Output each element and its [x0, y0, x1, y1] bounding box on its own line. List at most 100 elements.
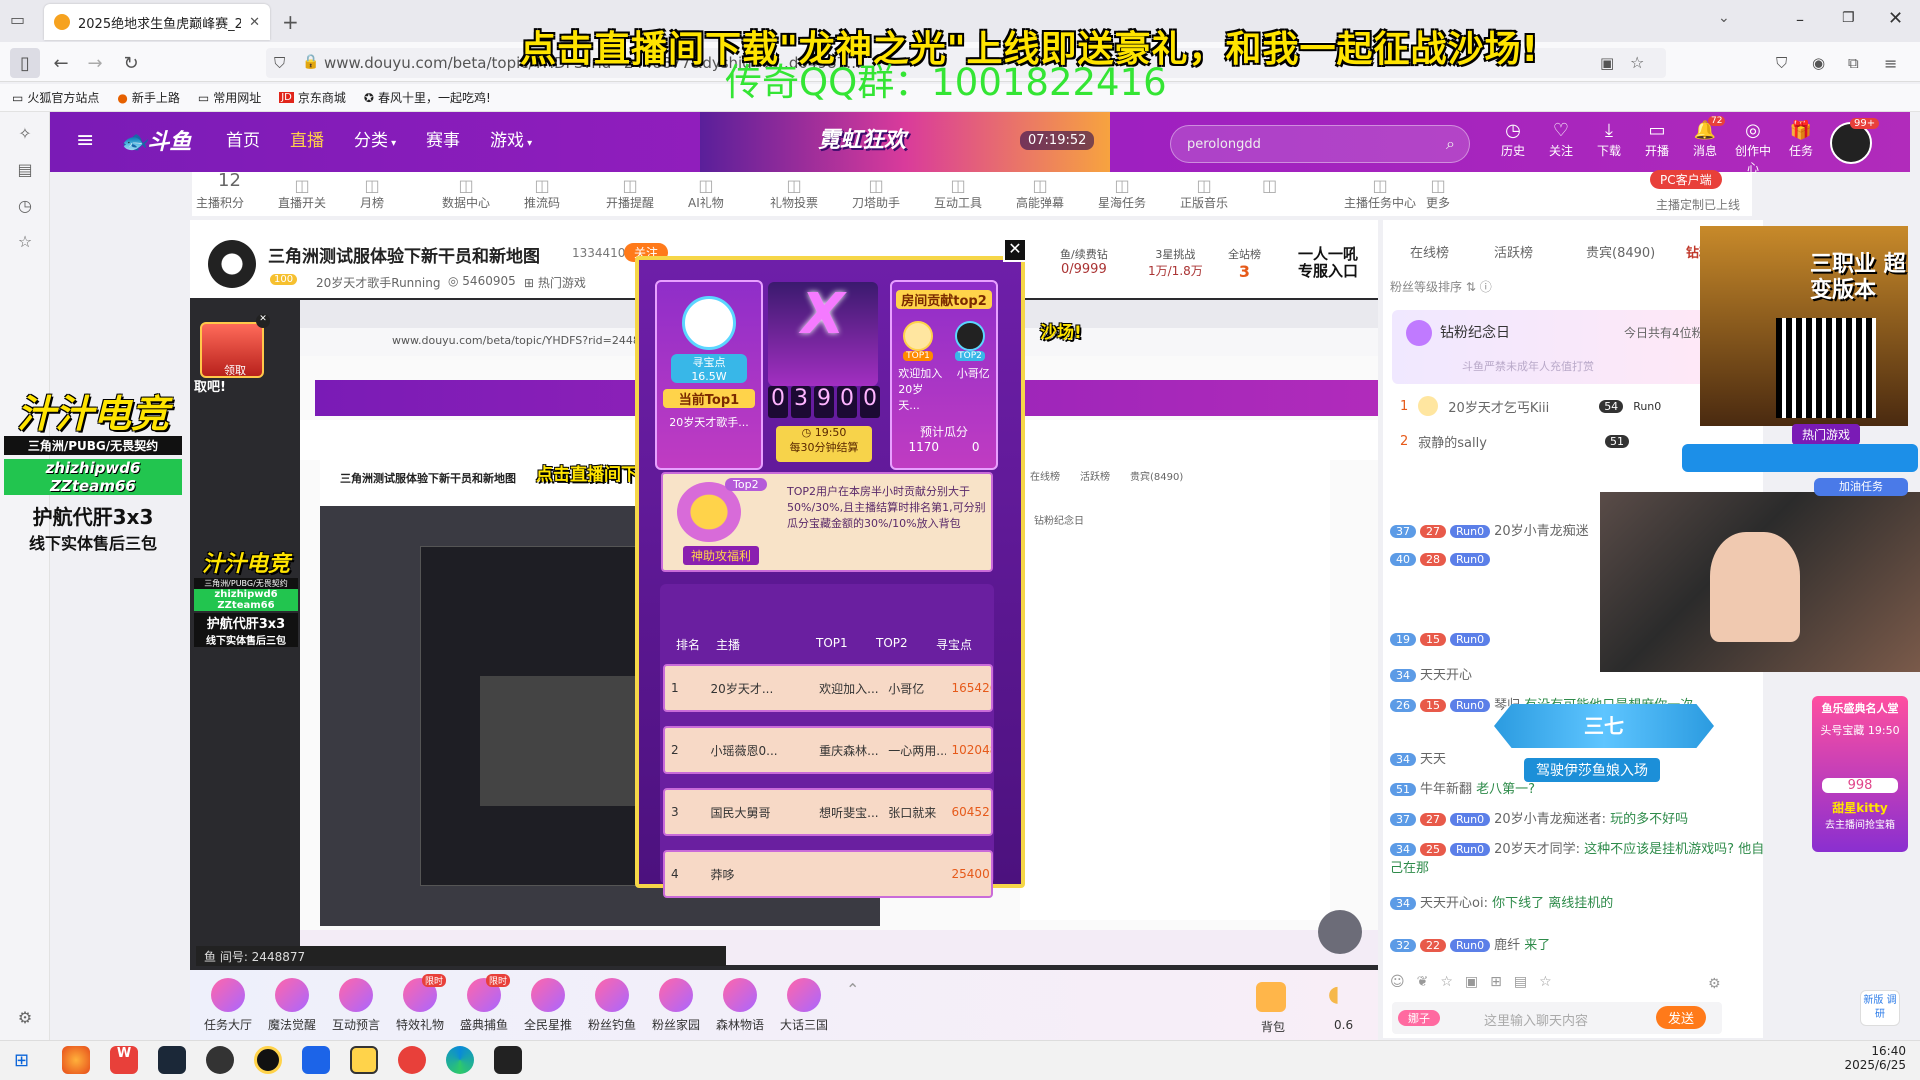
fan-badge-icon[interactable]: ❦ — [1417, 974, 1429, 990]
search-input[interactable]: perolongdd ⌕ — [1170, 125, 1470, 163]
nav-events[interactable]: 赛事 — [426, 126, 460, 151]
tool-15[interactable]: ◫ 更多 — [1426, 176, 1450, 211]
tool-6[interactable]: ◫ AI礼物 — [688, 176, 724, 211]
header-tasks-button[interactable]: 🎁 任务 — [1780, 120, 1822, 159]
gift-item[interactable]: 魔法觉醒 — [262, 978, 322, 1033]
gift-item[interactable]: 大话三国 — [774, 978, 834, 1033]
header-broadcast-button[interactable]: ▭ 开播 — [1636, 120, 1678, 159]
menu-icon[interactable]: ≡ — [1884, 54, 1897, 73]
close-window-icon[interactable]: ✕ — [1888, 8, 1903, 29]
tab-online[interactable]: 在线榜 — [1410, 242, 1449, 261]
tool-1[interactable]: ◫ 直播开关 — [278, 176, 326, 211]
gift-icon[interactable]: ▤ — [1514, 974, 1527, 990]
history-icon[interactable]: ◷ — [14, 196, 36, 218]
tool-8[interactable]: ◫ 刀塔助手 — [852, 176, 900, 211]
rank-row[interactable]: 4 莽哆 25400 — [663, 850, 993, 898]
chat-message[interactable]: 34 天天开心oi: 你下线了 离线挂机的 — [1390, 892, 1613, 911]
stat-charge[interactable]: 鱼/续费钻 0/9999 — [1060, 246, 1108, 277]
gift-item[interactable]: 特效礼物 限时 — [390, 974, 450, 1033]
bookmark-star-icon[interactable]: ☆ — [1630, 53, 1644, 72]
game-controller-icon[interactable] — [1318, 910, 1362, 954]
header-download-button[interactable]: ⤓ 下载 — [1588, 120, 1630, 159]
sort-label[interactable]: 粉丝等级排序 ⇅ ⓘ — [1390, 278, 1492, 295]
rank-item-2[interactable]: 2 寂静的sally 51 — [1400, 432, 1629, 451]
douyu-logo[interactable]: 🐟斗鱼 — [120, 124, 196, 158]
back-icon[interactable]: ← — [46, 48, 76, 78]
hot-games-button[interactable]: 热门游戏 — [1792, 424, 1861, 445]
gift-item[interactable]: 粉丝家园 — [646, 978, 706, 1033]
wps-taskbar-icon[interactable]: W — [110, 1046, 138, 1074]
slogan-banner[interactable]: 一人一吼 专服入口 — [1290, 246, 1366, 280]
tool-0[interactable]: 主播积分 — [196, 176, 244, 211]
header-history-button[interactable]: ◷ 历史 — [1492, 120, 1534, 159]
backpack-icon[interactable] — [1256, 982, 1286, 1012]
app-taskbar-icon-4[interactable] — [494, 1046, 522, 1074]
tab-vip[interactable]: 贵宾(8490) — [1586, 242, 1655, 261]
gift-item[interactable]: 任务大厅 — [198, 978, 258, 1033]
rank-row[interactable]: 3 国民大舅哥 想听斐宝... 张口就来 60452 — [663, 788, 993, 836]
settings-icon[interactable]: ⚙ — [1708, 976, 1721, 992]
bookmark-chicken[interactable]: ✪ 春风十里，一起吃鸡! — [364, 89, 491, 106]
tool-4[interactable]: ◫ 推流码 — [524, 176, 560, 211]
forward-icon[interactable]: → — [80, 48, 110, 78]
streamer-avatar[interactable] — [208, 240, 256, 288]
image-icon[interactable]: ▣ — [1465, 974, 1478, 990]
tab-active[interactable]: 活跃榜 — [1494, 242, 1533, 261]
minimize-icon[interactable]: – — [1796, 10, 1804, 29]
tool-7[interactable]: ◫ 礼物投票 — [770, 176, 818, 211]
bookmark-jd[interactable]: JD 京东商城 — [279, 89, 346, 106]
account-icon[interactable]: ◉ — [1812, 54, 1825, 72]
nav-games[interactable]: 游戏 ▾ — [490, 126, 532, 151]
streamer-name[interactable]: 20岁天才歌手Running — [316, 274, 440, 291]
nav-category[interactable]: 分类 ▾ — [354, 126, 396, 151]
gift-item[interactable]: 森林物语 — [710, 978, 770, 1033]
lock-icon[interactable]: 🔒 — [302, 54, 319, 70]
sidebar-toggle-icon[interactable]: ▯ — [10, 48, 40, 78]
search-icon[interactable]: ⌕ — [1446, 134, 1455, 154]
task-button[interactable]: 加油任务 — [1814, 478, 1908, 496]
app-taskbar-icon-2[interactable] — [302, 1046, 330, 1074]
blue-banner[interactable] — [1682, 444, 1918, 472]
app-taskbar-icon-1[interactable] — [254, 1046, 282, 1074]
chat-message[interactable]: 34 天天 — [1390, 748, 1446, 767]
nav-live[interactable]: 直播 — [290, 126, 324, 151]
tab-list-icon[interactable]: ▭ — [10, 10, 32, 32]
diamond-anniversary-card[interactable]: 钻粉纪念日 今日共有4位粉 斗鱼严禁未成年人充值打赏 — [1392, 310, 1722, 384]
tab-overflow-icon[interactable]: ⌄ — [1718, 10, 1730, 26]
chat-message[interactable]: 37 27 Run0 20岁小青龙痴迷 — [1390, 520, 1589, 539]
bookmark-firefox[interactable]: ▭ 火狐官方站点 — [12, 89, 99, 106]
edge-taskbar-icon[interactable] — [446, 1046, 474, 1074]
send-button[interactable]: 发送 — [1656, 1006, 1707, 1029]
close-popup-icon[interactable]: ✕ — [1003, 238, 1027, 262]
gift-item[interactable]: 互动预言 — [326, 978, 386, 1033]
chat-message[interactable]: 32 22 Run0 鹿纤 来了 — [1390, 934, 1550, 953]
tool-11[interactable]: ◫ 星海任务 — [1098, 176, 1146, 211]
header-follow-button[interactable]: ♡ 关注 — [1540, 120, 1582, 159]
chat-message[interactable]: 34 25 Run0 20岁天才同学: 这种不应该是挂机游戏吗? 他自己在那 — [1390, 838, 1766, 876]
rank-row[interactable]: 1 20岁天才... 欢迎加入... 小哥亿 165426 — [663, 664, 993, 712]
nav-home[interactable]: 首页 — [226, 126, 260, 151]
chat-message[interactable]: 40 28 Run0 — [1390, 552, 1494, 567]
stat-site-rank[interactable]: 全站榜 3 — [1228, 246, 1261, 281]
extensions-icon[interactable]: ⧉ — [1848, 54, 1859, 72]
rank-row[interactable]: 2 小瑶薇恩0... 重庆森林... 一心两用... 102048 — [663, 726, 993, 774]
close-tab-icon[interactable]: ✕ — [249, 15, 260, 30]
chat-input[interactable]: 娜子 这里输入聊天内容 发送 — [1392, 1002, 1722, 1034]
treasure-ad[interactable]: 鱼乐盛典名人堂 头号宝藏 19:50 998 甜星kitty 去主播间抢宝箱 — [1812, 696, 1908, 852]
app-taskbar-icon-3[interactable] — [350, 1046, 378, 1074]
close-treasure-icon[interactable]: ✕ — [256, 314, 270, 328]
firefox-taskbar-icon[interactable] — [62, 1046, 90, 1074]
tool-10[interactable]: ◫ 高能弹幕 — [1016, 176, 1064, 211]
windows-start-icon[interactable]: ⊞ — [14, 1050, 29, 1071]
gift-item[interactable]: 粉丝钓鱼 — [582, 978, 642, 1033]
star-outline-icon[interactable]: ☆ — [1539, 974, 1552, 990]
job-promo-ad[interactable]: 三职业 超变版本 — [1700, 226, 1908, 426]
pocket-icon[interactable]: ⛉ — [1776, 54, 1787, 72]
grid-icon[interactable]: ⊞ — [1490, 974, 1502, 990]
chat-message[interactable]: 34 天天开心 — [1390, 664, 1472, 683]
tool-12[interactable]: ◫ 正版音乐 — [1180, 176, 1228, 211]
gift-collapse-icon[interactable]: ⌃ — [846, 980, 859, 999]
header-messages-button[interactable]: 🔔 消息 72 — [1684, 116, 1726, 159]
new-tab-icon[interactable]: + — [282, 10, 299, 34]
tool-2[interactable]: ◫ 月榜 — [360, 176, 384, 211]
